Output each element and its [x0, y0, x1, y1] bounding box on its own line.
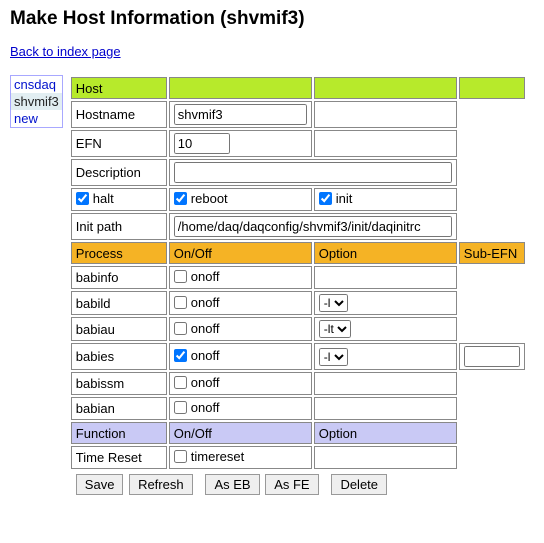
sidebar-item-new[interactable]: new [11, 110, 62, 127]
efn-label: EFN [71, 130, 167, 157]
process-option-select[interactable]: -l [319, 348, 348, 366]
function-header-option: Option [314, 422, 457, 444]
host-form-table: Host Hostname EFN Description [69, 75, 527, 500]
page-title: Make Host Information (shvmif3) [10, 8, 544, 30]
init-text: init [336, 191, 353, 206]
process-name: babiau [71, 317, 167, 341]
process-onoff-label[interactable]: onoff [174, 348, 220, 363]
host-sidebar: cnsdaq shvmif3 new [10, 75, 63, 128]
init-checkbox-label[interactable]: init [319, 191, 353, 206]
init-path-input[interactable] [174, 216, 452, 237]
process-onoff-checkbox[interactable] [174, 296, 187, 309]
host-header-spacer [169, 77, 312, 99]
process-onoff-text: onoff [191, 375, 220, 390]
process-onoff-label[interactable]: onoff [174, 375, 220, 390]
as-fe-button[interactable]: As FE [265, 474, 318, 495]
process-option-cell: -l [314, 343, 457, 370]
sidebar-item-label[interactable]: new [14, 111, 38, 126]
process-onoff-checkbox[interactable] [174, 322, 187, 335]
halt-checkbox[interactable] [76, 192, 89, 205]
save-button[interactable]: Save [76, 474, 124, 495]
process-onoff-text: onoff [191, 321, 220, 336]
reboot-checkbox-label[interactable]: reboot [174, 191, 228, 206]
hostname-label: Hostname [71, 101, 167, 128]
process-option-cell [314, 397, 457, 420]
empty-cell [314, 101, 457, 128]
process-header-subefn: Sub-EFN [459, 242, 525, 264]
process-header-onoff: On/Off [169, 242, 312, 264]
init-checkbox[interactable] [319, 192, 332, 205]
host-header: Host [71, 77, 167, 99]
process-name: babissm [71, 372, 167, 395]
process-option-cell: -l [314, 291, 457, 315]
function-name: Time Reset [71, 446, 167, 469]
button-row: Save Refresh As EB As FE Delete [71, 471, 525, 498]
sidebar-item-cnsdaq[interactable]: cnsdaq [11, 76, 62, 93]
empty-cell [314, 130, 457, 157]
init-path-label: Init path [71, 213, 167, 240]
process-onoff-label[interactable]: onoff [174, 321, 220, 336]
sidebar-item-shvmif3[interactable]: shvmif3 [11, 93, 62, 110]
process-onoff-checkbox[interactable] [174, 376, 187, 389]
sidebar-item-label: shvmif3 [14, 94, 59, 109]
function-header-onoff: On/Off [169, 422, 312, 444]
halt-checkbox-label[interactable]: halt [76, 191, 114, 206]
process-option-select[interactable]: -l [319, 294, 348, 312]
process-onoff-text: onoff [191, 269, 220, 284]
description-input[interactable] [174, 162, 452, 183]
reboot-text: reboot [191, 191, 228, 206]
process-onoff-checkbox[interactable] [174, 401, 187, 414]
description-label: Description [71, 159, 167, 186]
back-to-index-link[interactable]: Back to index page [10, 44, 121, 59]
process-onoff-text: onoff [191, 295, 220, 310]
function-option-cell [314, 446, 457, 469]
process-name: babian [71, 397, 167, 420]
function-onoff-label[interactable]: timereset [174, 449, 244, 464]
process-name: babies [71, 343, 167, 370]
function-onoff-text: timereset [191, 449, 244, 464]
delete-button[interactable]: Delete [331, 474, 387, 495]
process-header-option: Option [314, 242, 457, 264]
refresh-button[interactable]: Refresh [129, 474, 193, 495]
process-name: babild [71, 291, 167, 315]
function-header-func: Function [71, 422, 167, 444]
as-eb-button[interactable]: As EB [205, 474, 259, 495]
process-onoff-checkbox[interactable] [174, 270, 187, 283]
process-option-cell [314, 372, 457, 395]
process-subefn-input[interactable] [464, 346, 520, 367]
host-header-spacer [314, 77, 457, 99]
process-name: babinfo [71, 266, 167, 289]
process-onoff-text: onoff [191, 400, 220, 415]
process-option-cell: -lt [314, 317, 457, 341]
process-onoff-label[interactable]: onoff [174, 295, 220, 310]
host-header-spacer [459, 77, 525, 99]
function-onoff-checkbox[interactable] [174, 450, 187, 463]
reboot-checkbox[interactable] [174, 192, 187, 205]
process-onoff-checkbox[interactable] [174, 349, 187, 362]
process-onoff-label[interactable]: onoff [174, 400, 220, 415]
process-option-cell [314, 266, 457, 289]
process-onoff-text: onoff [191, 348, 220, 363]
process-option-select[interactable]: -lt [319, 320, 351, 338]
process-onoff-label[interactable]: onoff [174, 269, 220, 284]
process-header-proc: Process [71, 242, 167, 264]
halt-text: halt [93, 191, 114, 206]
sidebar-item-label[interactable]: cnsdaq [14, 77, 56, 92]
efn-input[interactable] [174, 133, 230, 154]
hostname-input[interactable] [174, 104, 307, 125]
